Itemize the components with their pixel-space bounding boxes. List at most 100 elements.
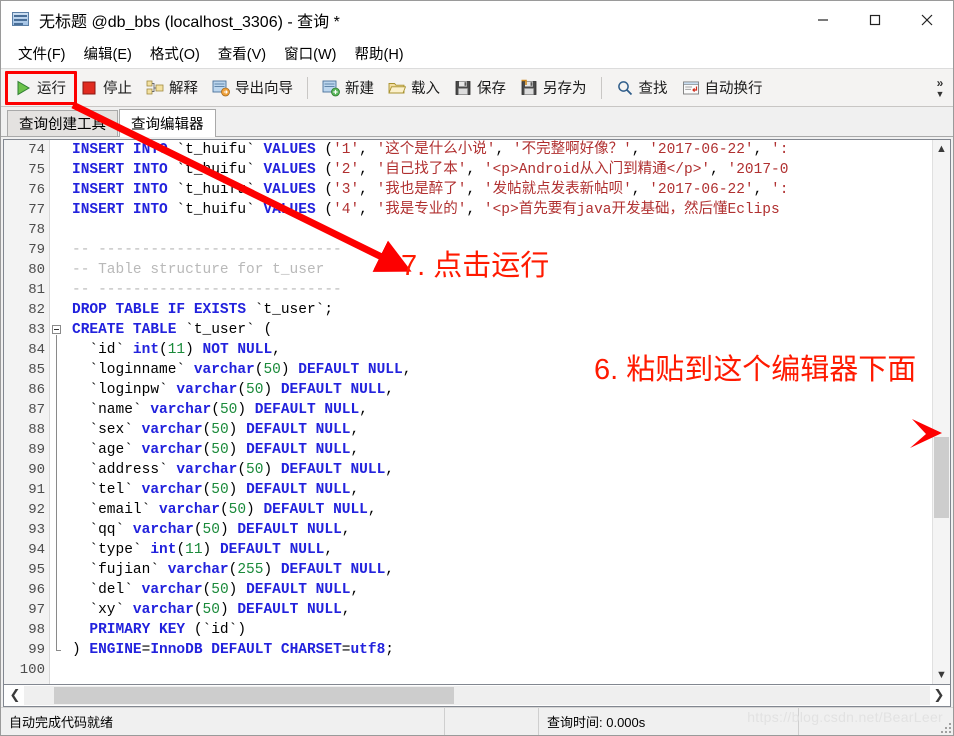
vertical-scroll-thumb[interactable] bbox=[934, 437, 949, 518]
code-token: utf8 bbox=[350, 642, 386, 658]
code-token: 11 bbox=[185, 542, 203, 558]
maximize-button[interactable] bbox=[849, 1, 901, 39]
line-number: 96 bbox=[28, 582, 45, 598]
code-token: ( bbox=[237, 382, 247, 398]
save-as-disk-icon bbox=[520, 79, 538, 97]
tab-query-editor[interactable]: 查询编辑器 bbox=[119, 109, 216, 137]
code-token: ENGINE bbox=[89, 642, 142, 658]
code-line[interactable] bbox=[64, 220, 950, 240]
export-wizard-icon bbox=[212, 79, 230, 97]
menu-view[interactable]: 查看(V) bbox=[209, 39, 275, 68]
fold-toggle-icon[interactable] bbox=[52, 325, 61, 334]
explain-button[interactable]: 解释 bbox=[139, 73, 205, 103]
code-line[interactable]: `qq` varchar(50) DEFAULT NULL, bbox=[64, 520, 950, 540]
code-fold-column[interactable] bbox=[50, 140, 64, 684]
code-line[interactable]: INSERT INTO `t_huifu` VALUES ('3', '我也是醉… bbox=[64, 180, 950, 200]
code-line[interactable]: CREATE TABLE `t_user` ( bbox=[64, 320, 950, 340]
code-token: '<p>Android从入门到精通</p>' bbox=[483, 162, 711, 178]
code-line[interactable]: `address` varchar(50) DEFAULT NULL, bbox=[64, 460, 950, 480]
code-token: ) bbox=[228, 422, 247, 438]
code-line[interactable]: `loginpw` varchar(50) DEFAULT NULL, bbox=[64, 380, 950, 400]
code-line[interactable]: -- Table structure for t_user bbox=[64, 260, 950, 280]
menu-window[interactable]: 窗口(W) bbox=[275, 39, 345, 68]
code-token: , bbox=[359, 162, 377, 178]
close-icon bbox=[921, 14, 933, 26]
minimize-button[interactable] bbox=[797, 1, 849, 39]
scroll-left-arrow-icon[interactable]: ❮ bbox=[6, 685, 24, 705]
code-line[interactable] bbox=[64, 660, 950, 680]
code-line[interactable]: `type` int(11) DEFAULT NULL, bbox=[64, 540, 950, 560]
code-token: , bbox=[341, 602, 351, 618]
run-button[interactable]: 运行 bbox=[7, 73, 73, 103]
code-line[interactable]: `loginname` varchar(50) DEFAULT NULL, bbox=[64, 360, 950, 380]
code-line[interactable]: `del` varchar(50) DEFAULT NULL, bbox=[64, 580, 950, 600]
code-token: DEFAULT NULL bbox=[254, 402, 360, 418]
line-number: 87 bbox=[28, 402, 45, 418]
code-line[interactable]: `email` varchar(50) DEFAULT NULL, bbox=[64, 500, 950, 520]
load-button[interactable]: 载入 bbox=[381, 73, 447, 103]
save-as-button[interactable]: 另存为 bbox=[513, 73, 594, 103]
horizontal-scroll-track[interactable] bbox=[24, 686, 930, 705]
code-line[interactable]: `age` varchar(50) DEFAULT NULL, bbox=[64, 440, 950, 460]
menu-help[interactable]: 帮助(H) bbox=[345, 39, 412, 68]
code-token: '2' bbox=[333, 162, 360, 178]
code-line[interactable]: `tel` varchar(50) DEFAULT NULL, bbox=[64, 480, 950, 500]
code-token: 255 bbox=[237, 562, 264, 578]
code-token: int bbox=[150, 542, 177, 558]
code-token: VALUES bbox=[263, 182, 325, 198]
scroll-right-arrow-icon[interactable]: ❯ bbox=[930, 685, 948, 705]
code-line[interactable]: `xy` varchar(50) DEFAULT NULL, bbox=[64, 600, 950, 620]
code-token: 50 bbox=[246, 462, 264, 478]
code-line[interactable]: `sex` varchar(50) DEFAULT NULL, bbox=[64, 420, 950, 440]
editor-vertical-scrollbar[interactable]: ▲ ▼ bbox=[932, 140, 950, 684]
stop-button[interactable]: 停止 bbox=[73, 73, 139, 103]
code-token: '2017-0 bbox=[727, 162, 789, 178]
menu-edit[interactable]: 编辑(E) bbox=[75, 39, 141, 68]
code-token: ) bbox=[219, 522, 238, 538]
code-token: DEFAULT NULL bbox=[280, 462, 386, 478]
sql-editor[interactable]: 74 75 76 77 78 79 80 81 82 83 84 85 86 87 88 89 90 91 92 93… bbox=[3, 139, 951, 685]
code-token: , bbox=[753, 142, 772, 158]
horizontal-scroll-thumb[interactable] bbox=[54, 687, 454, 704]
code-line[interactable]: -- ---------------------------- bbox=[64, 240, 950, 260]
editor-horizontal-scrollbar[interactable]: ❮ ❯ bbox=[3, 685, 951, 707]
scroll-up-arrow-icon[interactable]: ▲ bbox=[933, 140, 950, 158]
code-token: , bbox=[466, 162, 484, 178]
code-token: 50 bbox=[202, 602, 220, 618]
code-line[interactable]: `id` int(11) NOT NULL, bbox=[64, 340, 950, 360]
code-line[interactable]: PRIMARY KEY (`id`) bbox=[64, 620, 950, 640]
code-token: '2017-06-22' bbox=[649, 182, 754, 198]
code-line[interactable]: -- ---------------------------- bbox=[64, 280, 950, 300]
word-wrap-button[interactable]: 自动换行 bbox=[675, 73, 770, 103]
code-line[interactable]: DROP TABLE IF EXISTS `t_user`; bbox=[64, 300, 950, 320]
code-token: NOT NULL bbox=[202, 342, 273, 358]
code-text-area[interactable]: INSERT INTO `t_huifu` VALUES ('1', '这个是什… bbox=[64, 140, 950, 684]
code-line[interactable]: `name` varchar(50) DEFAULT NULL, bbox=[64, 400, 950, 420]
code-token: ( bbox=[324, 162, 334, 178]
new-label: 新建 bbox=[345, 81, 374, 97]
find-button[interactable]: 查找 bbox=[609, 73, 675, 103]
code-token: ) bbox=[228, 482, 247, 498]
menu-file[interactable]: 文件(F) bbox=[9, 39, 75, 68]
code-line[interactable]: INSERT INTO `t_huifu` VALUES ('4', '我是专业… bbox=[64, 200, 950, 220]
code-token: DEFAULT NULL bbox=[246, 442, 351, 458]
scroll-down-arrow-icon[interactable]: ▼ bbox=[933, 666, 950, 684]
code-token: InnoDB bbox=[150, 642, 212, 658]
code-line[interactable]: INSERT INTO `t_huifu` VALUES ('1', '这个是什… bbox=[64, 140, 950, 160]
line-number: 85 bbox=[28, 362, 45, 378]
code-token: `xy` bbox=[72, 602, 133, 618]
new-button[interactable]: 新建 bbox=[315, 73, 381, 103]
export-wizard-button[interactable]: 导出向导 bbox=[205, 73, 300, 103]
code-line[interactable]: INSERT INTO `t_huifu` VALUES ('2', '自己找了… bbox=[64, 160, 950, 180]
toolbar-overflow-button[interactable]: » ▼ bbox=[931, 69, 949, 107]
menu-format[interactable]: 格式(O) bbox=[141, 39, 209, 68]
tab-query-builder[interactable]: 查询创建工具 bbox=[7, 110, 118, 136]
code-line[interactable]: ) ENGINE=InnoDB DEFAULT CHARSET=utf8; bbox=[64, 640, 950, 660]
maximize-icon bbox=[869, 14, 881, 26]
line-number: 95 bbox=[28, 562, 45, 578]
toolbar-separator-2 bbox=[600, 76, 602, 99]
close-button[interactable] bbox=[901, 1, 953, 39]
code-token: , bbox=[359, 182, 377, 198]
code-line[interactable]: `fujian` varchar(255) DEFAULT NULL, bbox=[64, 560, 950, 580]
save-button[interactable]: 保存 bbox=[447, 73, 513, 103]
